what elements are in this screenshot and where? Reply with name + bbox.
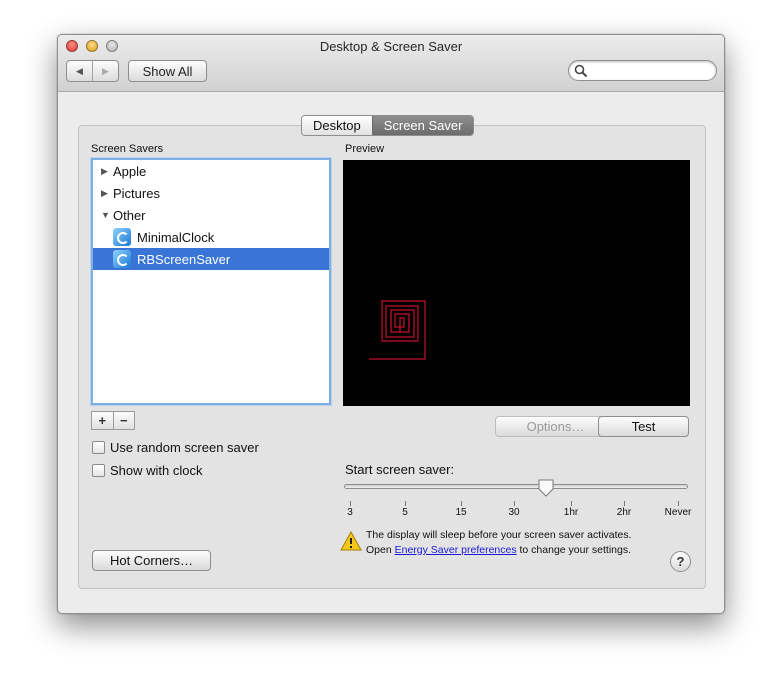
list-item-other[interactable]: ▼ Other	[93, 204, 329, 226]
tab-desktop[interactable]: Desktop	[302, 116, 372, 135]
tick-label: 2hr	[616, 507, 632, 518]
screen-saver-icon	[113, 250, 131, 268]
disclosure-collapsed-icon[interactable]: ▶	[101, 166, 111, 177]
list-item-label: Apple	[113, 163, 147, 179]
list-item-minimalclock[interactable]: MinimalClock	[93, 226, 329, 248]
preview-label: Preview	[345, 143, 385, 155]
random-saver-label: Use random screen saver	[110, 440, 259, 455]
help-button[interactable]: ?	[670, 551, 691, 572]
checkbox-box[interactable]	[92, 441, 105, 454]
slider-knob[interactable]	[537, 479, 555, 497]
list-item-apple[interactable]: ▶ Apple	[93, 160, 329, 182]
start-time-slider-track[interactable]	[344, 484, 688, 489]
show-all-button[interactable]: Show All	[128, 60, 207, 82]
list-item-label: Pictures	[113, 185, 160, 201]
remove-button[interactable]: −	[112, 412, 135, 429]
list-item-label: Other	[113, 207, 146, 223]
search-icon	[574, 64, 588, 78]
slider-tick	[350, 501, 351, 506]
search-field[interactable]	[568, 60, 717, 81]
tick-label: 3	[347, 507, 353, 518]
forward-button[interactable]: ▶	[92, 61, 118, 81]
tick-label: Never	[664, 507, 692, 518]
warning-text-pre: Open	[366, 544, 395, 556]
spiral-preview-graphic	[369, 300, 426, 360]
screen-saver-list[interactable]: ▶ Apple ▶ Pictures ▼ Other MinimalClock …	[91, 158, 331, 405]
slider-tick	[678, 501, 679, 506]
random-saver-checkbox[interactable]: Use random screen saver	[92, 440, 259, 455]
test-button[interactable]: Test	[598, 416, 689, 437]
back-button[interactable]: ◀	[67, 61, 92, 81]
title-bar: Desktop & Screen Saver ◀ ▶ Show All	[58, 35, 724, 92]
list-item-pictures[interactable]: ▶ Pictures	[93, 182, 329, 204]
tick-label: 1hr	[563, 507, 579, 518]
start-screen-saver-label: Start screen saver:	[345, 462, 455, 477]
slider-tick	[624, 501, 625, 506]
list-item-label: RBScreenSaver	[137, 251, 231, 267]
energy-saver-link[interactable]: Energy Saver preferences	[395, 544, 517, 556]
warning-icon	[340, 531, 362, 551]
screen-savers-label: Screen Savers	[91, 143, 164, 155]
preferences-window: Desktop & Screen Saver ◀ ▶ Show All Desk…	[57, 34, 725, 614]
disclosure-expanded-icon[interactable]: ▼	[101, 210, 111, 220]
hot-corners-button[interactable]: Hot Corners…	[92, 550, 211, 571]
list-item-label: MinimalClock	[137, 229, 215, 245]
sleep-warning-line-2: Open Energy Saver preferences to change …	[366, 544, 631, 556]
tick-label: 15	[455, 507, 467, 518]
disclosure-collapsed-icon[interactable]: ▶	[101, 188, 111, 199]
slider-tick	[405, 501, 406, 506]
preview-area	[343, 160, 690, 406]
slider-tick	[571, 501, 572, 506]
forward-arrow-icon: ▶	[102, 65, 109, 76]
add-remove-control: + −	[91, 411, 135, 430]
checkbox-box[interactable]	[92, 464, 105, 477]
back-arrow-icon: ◀	[76, 65, 83, 76]
sleep-warning-line-1: The display will sleep before your scree…	[366, 529, 632, 541]
window-title: Desktop & Screen Saver	[319, 39, 463, 54]
spiral-shape	[369, 300, 426, 360]
tab-bar: Desktop Screen Saver	[301, 115, 475, 136]
add-button[interactable]: +	[92, 412, 113, 429]
slider-tick	[461, 501, 462, 506]
show-clock-checkbox[interactable]: Show with clock	[92, 463, 202, 478]
tick-label: 30	[508, 507, 520, 518]
screen-saver-icon	[113, 228, 131, 246]
back-forward-control: ◀ ▶	[66, 60, 119, 82]
slider-tick	[514, 501, 515, 506]
list-item-rbscreensaver[interactable]: RBScreenSaver	[93, 248, 329, 270]
warning-text-post: to change your settings.	[516, 544, 632, 556]
tick-label: 5	[402, 507, 408, 518]
tab-screen-saver[interactable]: Screen Saver	[371, 116, 474, 135]
show-clock-label: Show with clock	[110, 463, 203, 478]
